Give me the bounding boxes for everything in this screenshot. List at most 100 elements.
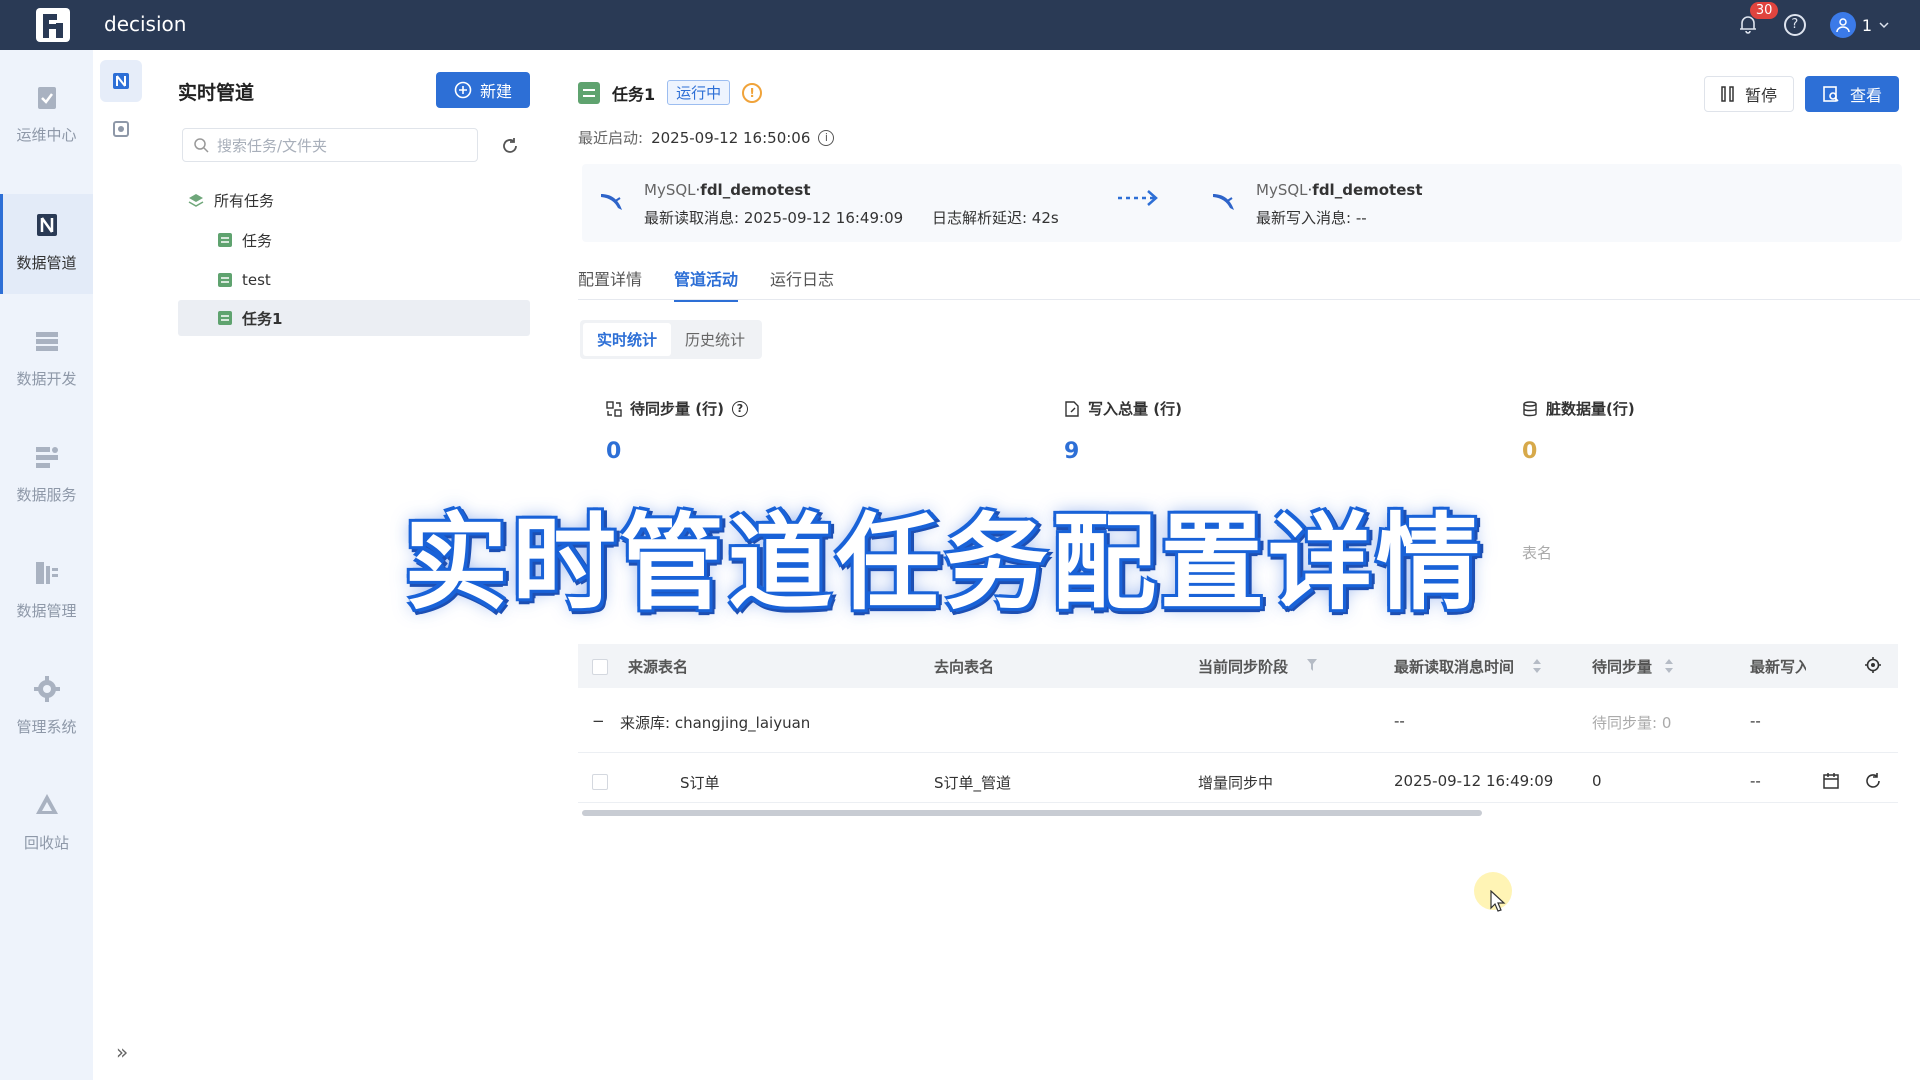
- stat-value: 0: [1522, 439, 1538, 464]
- video-caption-overlay: 实时管道任务配置详情: [404, 502, 1485, 624]
- tree-node-label: 任务: [242, 231, 273, 250]
- rail-label: 数据管理: [16, 602, 77, 620]
- calendar-icon[interactable]: [1822, 772, 1840, 790]
- pause-button[interactable]: 暂停: [1704, 76, 1794, 112]
- rail-item-data-manage[interactable]: 数据管理: [0, 542, 93, 642]
- collapse-group-button[interactable]: −: [592, 712, 605, 730]
- segment-realtime-stats[interactable]: 实时统计: [583, 323, 672, 356]
- help-icon[interactable]: ?: [731, 400, 748, 417]
- last-start-value: 2025-09-12 16:50:06: [651, 128, 811, 147]
- rail-item-recycle[interactable]: 回收站: [0, 774, 93, 874]
- rail-item-ops-center[interactable]: 运维中心: [0, 66, 93, 166]
- source-db-name: fdl_demotest: [700, 181, 811, 199]
- top-bar: decision 30 ? 1: [0, 0, 1920, 50]
- cell-pending: 0: [1592, 772, 1602, 790]
- resync-icon[interactable]: [1864, 772, 1882, 790]
- new-task-button[interactable]: 新建: [436, 72, 530, 108]
- view-button[interactable]: 查看: [1805, 76, 1899, 112]
- sort-icon[interactable]: [1532, 658, 1542, 674]
- target-info: MySQL·fdl_demotest 最新写入消息: --: [1256, 181, 1423, 227]
- pipeline-monitor-nav[interactable]: [100, 108, 142, 150]
- mysql-dolphin-icon: [1213, 194, 1234, 210]
- new-task-label: 新建: [479, 82, 512, 101]
- col-source-table[interactable]: 来源表名: [628, 656, 688, 677]
- table-search-hint: 表名: [1522, 544, 1553, 562]
- tree-node-task1[interactable]: 任务1: [178, 300, 530, 336]
- view-label: 查看: [1849, 86, 1882, 105]
- service-icon: [35, 447, 58, 468]
- status-badge: 运行中: [667, 80, 731, 105]
- gear-icon: [33, 676, 60, 702]
- tree-node-label: test: [242, 271, 271, 289]
- tree-node-test[interactable]: test: [218, 262, 271, 298]
- notification-button[interactable]: 30: [1738, 2, 1779, 36]
- stat-value: 9: [1064, 439, 1080, 464]
- filter-icon[interactable]: [1306, 658, 1318, 672]
- task-file-icon: [218, 273, 232, 287]
- task-file-icon: [218, 233, 232, 247]
- pipeline-icon: [36, 214, 57, 236]
- settings-gear-icon[interactable]: [1864, 656, 1882, 674]
- col-sync-stage[interactable]: 当前同步阶段: [1198, 656, 1288, 677]
- folder-stack-icon: [188, 194, 204, 207]
- write-doc-icon: [1065, 400, 1079, 417]
- col-latest-write[interactable]: 最新写入: [1750, 656, 1806, 677]
- rail-label: 运维中心: [16, 126, 77, 144]
- warning-icon[interactable]: !: [742, 82, 763, 103]
- group-write: --: [1750, 712, 1761, 730]
- rail-label: 数据管道: [16, 254, 77, 272]
- rail-item-data-dev[interactable]: 数据开发: [0, 310, 93, 410]
- stat-value: 0: [606, 439, 622, 464]
- info-icon[interactable]: i: [818, 129, 835, 146]
- pipeline-icon: [113, 73, 129, 89]
- target-write-value: --: [1355, 209, 1367, 227]
- tab-divider: [578, 299, 1920, 300]
- secondary-rail: [100, 60, 148, 156]
- segment-history-stats[interactable]: 历史统计: [671, 323, 759, 356]
- app-logo[interactable]: [34, 6, 72, 44]
- notification-badge: 30: [1749, 2, 1779, 19]
- row-checkbox[interactable]: [592, 774, 608, 790]
- last-start-row: 最近启动: 2025-09-12 16:50:06 i: [578, 127, 835, 148]
- task-name: 任务1: [612, 84, 656, 104]
- group-read: --: [1394, 712, 1405, 730]
- rail-item-admin-system[interactable]: 管理系统: [0, 658, 93, 758]
- tab-run-log[interactable]: 运行日志: [770, 266, 834, 302]
- rail-label: 数据服务: [16, 486, 77, 504]
- select-all-checkbox[interactable]: [592, 659, 608, 675]
- rail-item-data-service[interactable]: 数据服务: [0, 426, 93, 526]
- sort-icon[interactable]: [1664, 658, 1674, 674]
- expand-sidebar-button[interactable]: »: [116, 1040, 128, 1064]
- col-latest-read-time[interactable]: 最新读取消息时间: [1394, 656, 1514, 677]
- user-name: 1: [1861, 15, 1872, 35]
- dev-icon: [35, 332, 58, 351]
- help-icon[interactable]: ?: [1783, 14, 1806, 36]
- task-file-icon: [578, 81, 600, 104]
- cell-target: S订单_管道: [934, 774, 1012, 792]
- pause-icon: [1721, 86, 1734, 102]
- search-placeholder: 搜索任务/文件夹: [217, 136, 328, 155]
- mouse-cursor-icon: [1490, 890, 1506, 912]
- source-info: MySQL·fdl_demotest 最新读取消息: 2025-09-12 16…: [644, 181, 1059, 227]
- tab-pipeline-activity[interactable]: 管道活动: [674, 266, 739, 302]
- col-pending[interactable]: 待同步量: [1592, 656, 1652, 677]
- user-menu[interactable]: 1: [1829, 12, 1890, 38]
- rail-item-data-pipeline[interactable]: 数据管道: [0, 194, 93, 294]
- delay-label: 日志解析延迟:: [931, 209, 1027, 227]
- refresh-icon[interactable]: [500, 136, 520, 156]
- tree-root-all-tasks[interactable]: 所有任务: [188, 182, 274, 218]
- realtime-pipeline-nav[interactable]: [100, 60, 142, 102]
- col-target-table[interactable]: 去向表名: [934, 656, 994, 677]
- tree-node-task[interactable]: 任务: [218, 222, 272, 258]
- recycle-icon: [35, 794, 58, 814]
- search-input[interactable]: 搜索任务/文件夹: [182, 128, 478, 162]
- cell-write: --: [1750, 772, 1761, 790]
- source-db-type: MySQL: [644, 181, 696, 199]
- group-source-db: 来源库: changjing_laiyuan: [620, 712, 810, 733]
- stat-written: 写入总量 (行) 9: [1064, 398, 1182, 464]
- plus-circle-icon: [454, 81, 472, 99]
- horizontal-scrollbar[interactable]: [582, 810, 1482, 816]
- tab-config-detail[interactable]: 配置详情: [578, 266, 642, 302]
- dashed-arrow-icon: [1118, 190, 1158, 206]
- pipeline-flow-card: MySQL·fdl_demotest 最新读取消息: 2025-09-12 16…: [582, 164, 1902, 242]
